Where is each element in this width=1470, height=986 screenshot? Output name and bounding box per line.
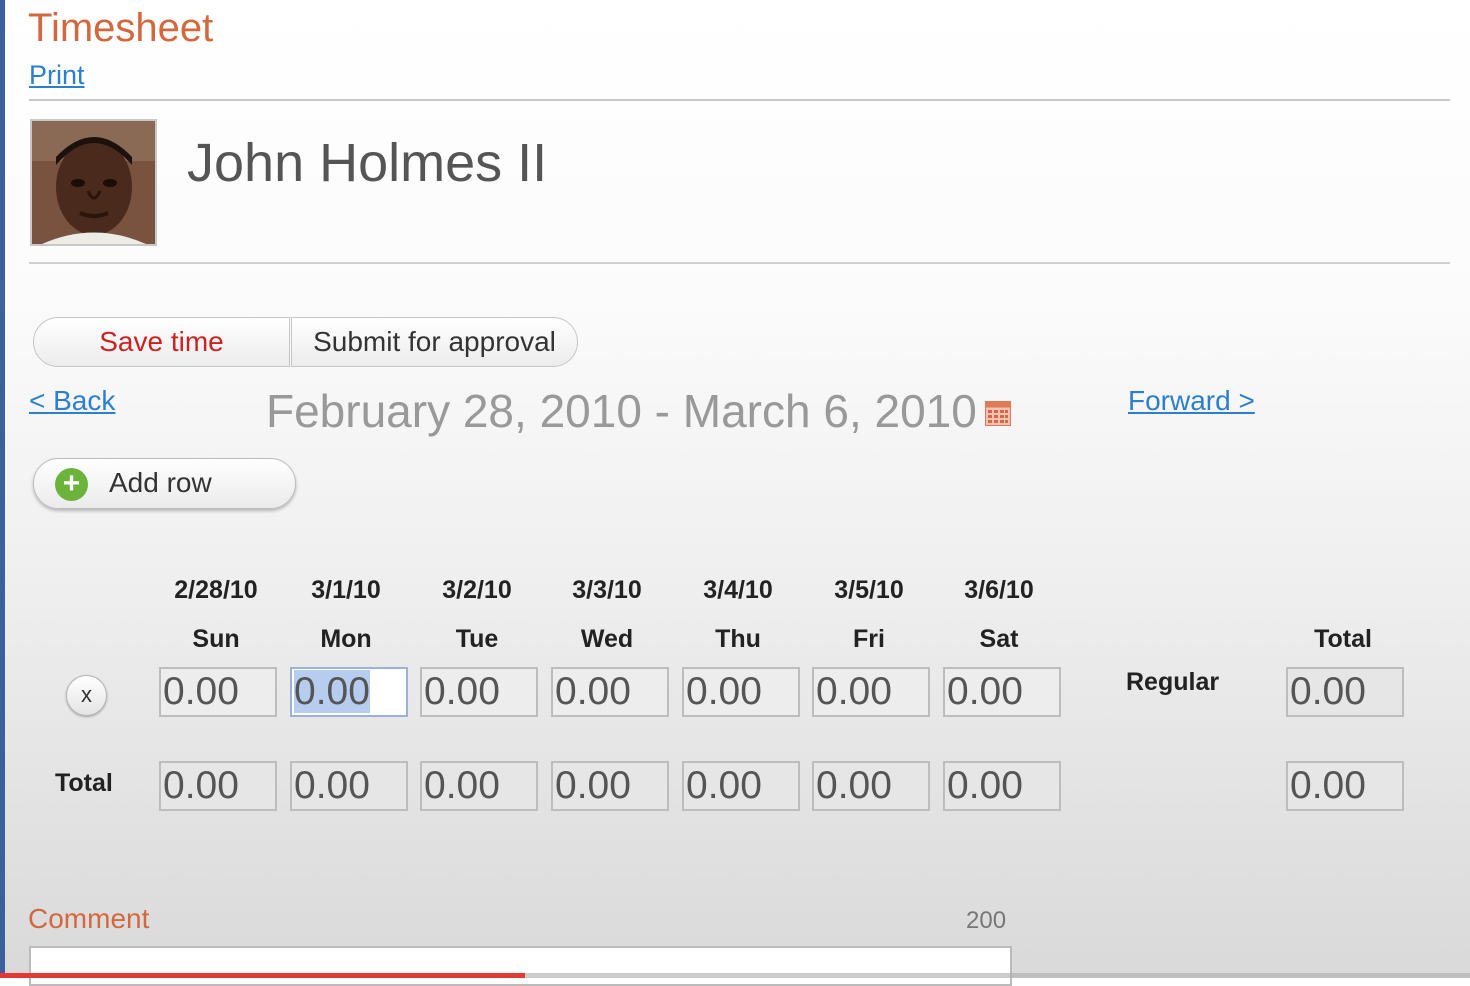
row-total-field: 0.00 bbox=[1286, 667, 1404, 717]
hours-input-sun[interactable]: 0.00 bbox=[159, 667, 277, 717]
daily-total-sat: 0.00 bbox=[943, 761, 1061, 811]
column-date: 2/28/10 bbox=[174, 576, 258, 604]
hours-input-sat[interactable]: 0.00 bbox=[943, 667, 1061, 717]
column-date: 3/2/10 bbox=[442, 576, 512, 604]
column-date: 3/3/10 bbox=[572, 576, 642, 604]
hours-input-wed[interactable]: 0.00 bbox=[551, 667, 669, 717]
print-link[interactable]: Print bbox=[29, 60, 85, 91]
hours-input-mon[interactable]: 0.00 bbox=[290, 667, 408, 717]
window-edge bbox=[0, 0, 5, 978]
save-time-button[interactable]: Save time bbox=[33, 317, 290, 367]
hours-input-thu[interactable]: 0.00 bbox=[682, 667, 800, 717]
column-date: 3/6/10 bbox=[964, 576, 1034, 604]
video-progress-fill bbox=[0, 973, 525, 978]
daily-total-thu: 0.00 bbox=[682, 761, 800, 811]
calendar-icon[interactable] bbox=[985, 401, 1011, 426]
daily-total-wed: 0.00 bbox=[551, 761, 669, 811]
comment-textarea[interactable] bbox=[29, 946, 1012, 986]
daily-total-fri: 0.00 bbox=[812, 761, 930, 811]
column-day: Sun bbox=[192, 625, 240, 653]
grand-total-field: 0.00 bbox=[1286, 761, 1404, 811]
forward-link[interactable]: Forward > bbox=[1128, 385, 1255, 417]
column-date: 3/5/10 bbox=[834, 576, 904, 604]
add-row-label: Add row bbox=[109, 467, 212, 498]
submit-for-approval-button[interactable]: Submit for approval bbox=[291, 317, 578, 367]
daily-total-mon: 0.00 bbox=[290, 761, 408, 811]
hours-input-tue[interactable]: 0.00 bbox=[420, 667, 538, 717]
column-day: Mon bbox=[320, 625, 372, 653]
column-date: 3/1/10 bbox=[311, 576, 381, 604]
column-total-header: Total bbox=[1314, 625, 1372, 653]
employee-name: John Holmes II bbox=[187, 133, 548, 193]
column-day: Wed bbox=[580, 625, 634, 653]
column-day: Thu bbox=[715, 625, 761, 653]
add-row-button[interactable]: + Add row bbox=[33, 458, 296, 509]
remove-row-button[interactable]: x bbox=[66, 675, 107, 716]
row-type-label: Regular bbox=[1126, 668, 1220, 696]
daily-total-tue: 0.00 bbox=[420, 761, 538, 811]
comment-char-counter: 200 bbox=[966, 907, 1007, 934]
page-title: Timesheet bbox=[28, 6, 214, 50]
avatar bbox=[30, 119, 157, 246]
date-range-title: February 28, 2010 - March 6, 2010 bbox=[266, 385, 977, 437]
column-date: 3/4/10 bbox=[703, 576, 773, 604]
comment-label: Comment bbox=[28, 903, 150, 934]
plus-icon: + bbox=[55, 468, 88, 501]
back-link[interactable]: < Back bbox=[29, 385, 115, 417]
divider bbox=[29, 262, 1450, 264]
totals-row-label: Total bbox=[55, 769, 113, 797]
column-day: Sat bbox=[979, 625, 1019, 653]
divider bbox=[29, 99, 1450, 101]
column-day: Tue bbox=[455, 625, 499, 653]
video-progress-bar[interactable] bbox=[0, 973, 1470, 978]
column-day: Fri bbox=[853, 625, 885, 653]
daily-total-sun: 0.00 bbox=[159, 761, 277, 811]
hours-input-fri[interactable]: 0.00 bbox=[812, 667, 930, 717]
